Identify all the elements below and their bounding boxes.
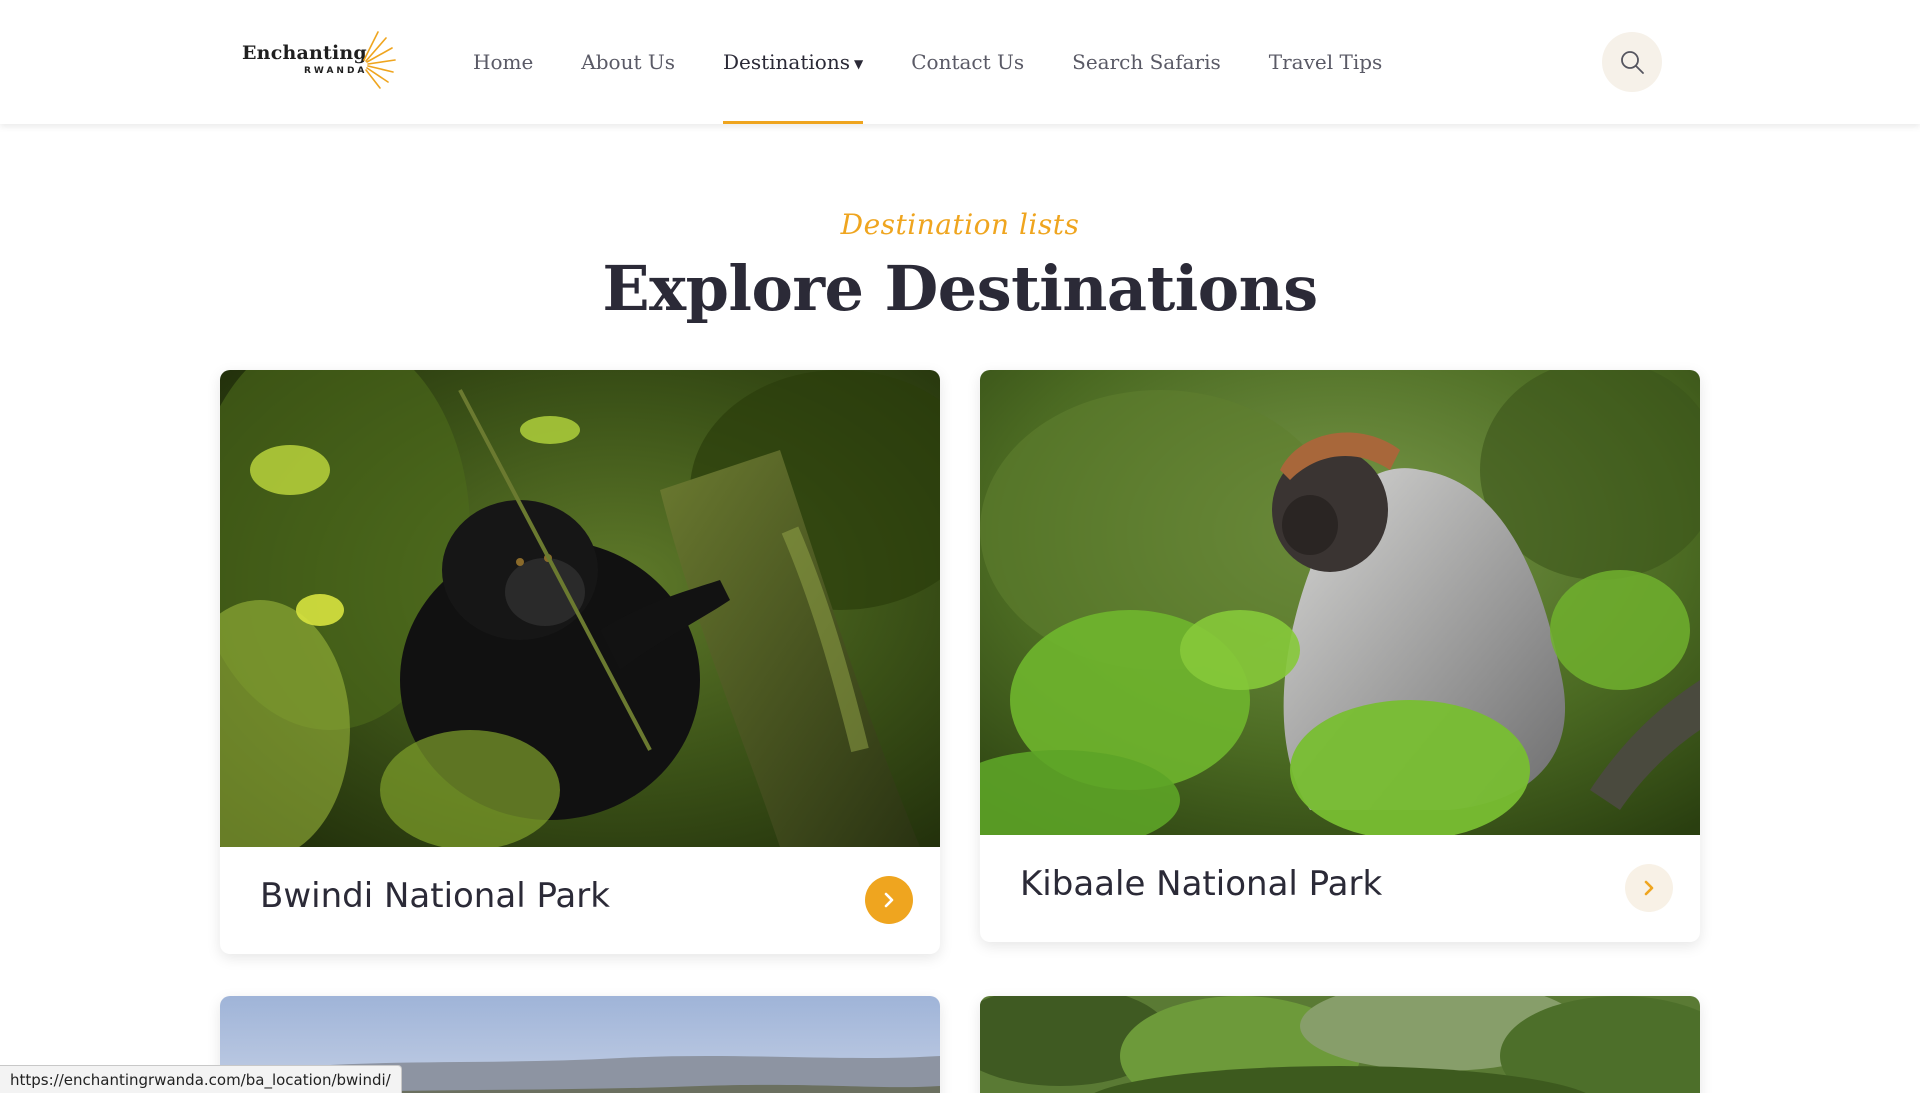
chevron-right-icon bbox=[1644, 880, 1654, 896]
main-nav: Home About Us Destinations ▼ Contact Us S… bbox=[473, 0, 1430, 124]
status-bar-url: https://enchantingrwanda.com/ba_location… bbox=[0, 1065, 402, 1093]
nav-search-safaris[interactable]: Search Safaris bbox=[1072, 0, 1221, 124]
destination-name[interactable]: Bwindi National Park bbox=[260, 876, 610, 916]
destination-card-kibaale[interactable]: Kibaale National Park bbox=[980, 370, 1700, 942]
sun-rays-icon bbox=[363, 31, 396, 89]
nav-destinations[interactable]: Destinations ▼ bbox=[722, 0, 864, 124]
forest-photo[interactable] bbox=[980, 996, 1700, 1093]
chevron-down-icon: ▼ bbox=[853, 57, 864, 71]
gorilla-photo[interactable] bbox=[220, 370, 940, 847]
monkey-photo[interactable] bbox=[980, 370, 1700, 835]
nav-search-safaris-label: Search Safaris bbox=[1072, 50, 1221, 74]
search-button[interactable] bbox=[1602, 32, 1662, 92]
section-title: Explore Destinations bbox=[602, 252, 1318, 325]
nav-contact-us[interactable]: Contact Us bbox=[911, 0, 1024, 124]
site-logo[interactable]: Enchanting RWANDA bbox=[240, 30, 400, 90]
destination-card-4[interactable] bbox=[980, 996, 1700, 1093]
search-icon bbox=[1621, 51, 1644, 74]
destination-card-bwindi[interactable]: Bwindi National Park bbox=[220, 370, 940, 954]
card-arrow-button[interactable] bbox=[1625, 864, 1673, 912]
nav-about-us[interactable]: About Us bbox=[581, 0, 675, 124]
nav-contact-label: Contact Us bbox=[911, 50, 1025, 74]
chevron-right-icon bbox=[884, 892, 894, 908]
logo-wordmark: Enchanting bbox=[242, 42, 367, 64]
nav-home-label: Home bbox=[473, 50, 534, 74]
site-header: Enchanting RWANDA Home About Us Destinat… bbox=[0, 0, 1920, 124]
nav-destinations-label: Destinations bbox=[722, 50, 850, 74]
nav-travel-tips-label: Travel Tips bbox=[1268, 50, 1383, 74]
nav-home[interactable]: Home bbox=[473, 0, 533, 124]
nav-travel-tips[interactable]: Travel Tips bbox=[1269, 0, 1383, 124]
section-subtitle: Destination lists bbox=[840, 208, 1080, 241]
destination-name[interactable]: Kibaale National Park bbox=[1020, 864, 1382, 904]
card-arrow-button[interactable] bbox=[865, 876, 913, 924]
nav-about-label: About Us bbox=[581, 50, 675, 74]
